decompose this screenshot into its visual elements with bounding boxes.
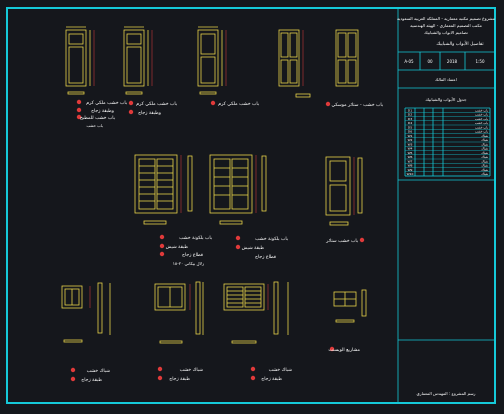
label-d1-b: وطبقة زجاج bbox=[91, 109, 114, 114]
sheet-number: A-05 bbox=[404, 59, 414, 64]
label-d6-a: باب بلكونة خشب bbox=[255, 236, 288, 242]
revision: 00 bbox=[427, 59, 433, 64]
door-elevation-d5 bbox=[134, 154, 193, 225]
label-d3-a: باب خشب ملكي كرم bbox=[218, 101, 259, 107]
cad-drawing-sheet: D1 باب خشب D2 باب خشب D3 باب خشب D4 باب خشب D5 با… bbox=[0, 0, 504, 414]
title-header-1: مشروع تصميم مكتبة معمارية - المملكة العر… bbox=[397, 16, 495, 21]
window-elevation-w2 bbox=[154, 281, 204, 344]
label-d6-c: قطاع زجاج bbox=[255, 255, 276, 260]
schedule-row-desc: شباك bbox=[481, 172, 488, 176]
stamp-text: اعتماد المالك bbox=[435, 77, 457, 82]
label-d5-b: طبقة شيش bbox=[166, 245, 189, 250]
title-header-2: مكتب التصميم المعماري - الهيئة الهندسية bbox=[410, 23, 482, 28]
door-elevation-d3 bbox=[197, 26, 223, 95]
label-d1-c: باب خشب للمطبخ bbox=[80, 116, 115, 121]
label-d1-a: باب خشب ملكي كرم bbox=[86, 100, 127, 106]
label-d5-d: زلال بيكاني ٢٠-١٨ bbox=[173, 261, 204, 266]
window-elevation-w3 bbox=[223, 281, 289, 344]
door-elevation-d7 bbox=[325, 156, 363, 226]
label-d6-b: طبقة شيش bbox=[242, 246, 265, 251]
title-header-3: تصاميم الابواب والشبابيك bbox=[424, 30, 469, 35]
window-elevation-w4 bbox=[333, 289, 367, 323]
drawing-canvas: D1 باب خشبD2 باب خشبD3 باب خشبD4 باب خشبD5 با… bbox=[61, 9, 495, 404]
door-elevation-d4 bbox=[278, 29, 359, 98]
label-d2-a: باب خشب ملكي كرم bbox=[136, 101, 177, 107]
sheet-title: تفاصيل الأبواب والشبابيك bbox=[436, 40, 484, 47]
label-markers bbox=[70, 99, 365, 382]
label-d2-b: وطبقة زجاج bbox=[138, 111, 161, 116]
label-w1-a: شباك خشب bbox=[87, 369, 110, 374]
title-block bbox=[397, 9, 494, 404]
door-elevation-d1 bbox=[65, 26, 91, 95]
label-d1-d: باب خشب bbox=[87, 123, 103, 128]
schedule-rows: D1 باب خشبD2 باب خشبD3 باب خشبD4 باب خشبD5 با… bbox=[405, 108, 490, 177]
label-d5-a: باب بلكونة خشب bbox=[179, 235, 212, 241]
door-labels: باب خشب ملكي كرم وطبقة زجاج باب خشب للمط… bbox=[80, 100, 383, 383]
label-w1-b: طبقة زجاج bbox=[81, 378, 102, 383]
label-w3-b: طبقة زجاج bbox=[261, 377, 282, 382]
label-w4-a: مشاريع الويسنت bbox=[328, 348, 360, 353]
date: 2018 bbox=[447, 59, 458, 64]
label-w3-a: شباك خشب bbox=[269, 368, 292, 373]
label-w2-b: طبقة زجاج bbox=[169, 377, 190, 382]
label-w2-a: شباك خشب bbox=[180, 368, 203, 373]
label-d4-a: باب خشب - ستائر موسكي bbox=[332, 102, 383, 108]
door-elevation-d6 bbox=[209, 154, 267, 225]
scale: 1:50 bbox=[476, 59, 485, 64]
door-elevation-d2 bbox=[123, 26, 149, 95]
schedule-row-code: W10 bbox=[407, 172, 414, 176]
label-d5-c: قطاع زجاج bbox=[182, 253, 203, 258]
label-d7-a: باب خشب ستائر bbox=[325, 239, 358, 244]
title-footer: رسم المشروع : المهندس المعماري bbox=[417, 391, 476, 396]
schedule-title: جدول الأبواب والشبابيك bbox=[425, 97, 467, 102]
window-elevation-w1 bbox=[61, 282, 111, 343]
